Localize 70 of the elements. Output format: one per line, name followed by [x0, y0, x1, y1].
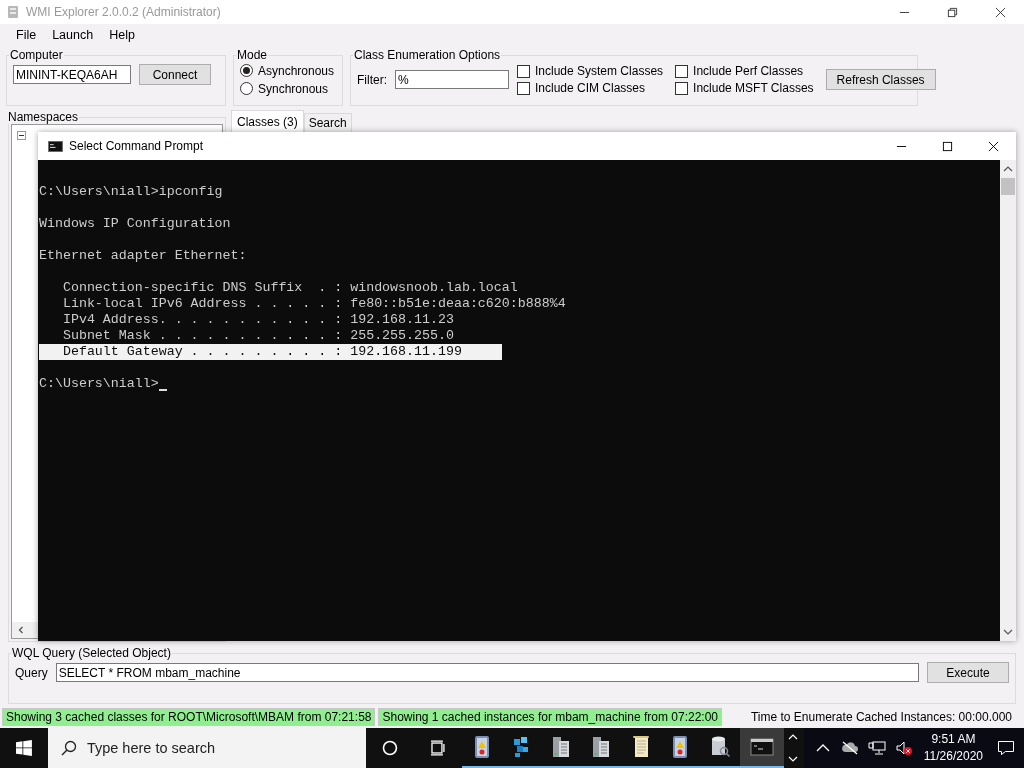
query-field[interactable]: SELECT * FROM mbam_machine	[55, 663, 919, 682]
clock-time: 9:51 AM	[931, 731, 976, 748]
radio-label: Asynchronous	[258, 63, 335, 78]
cloud-off-icon[interactable]	[840, 740, 859, 756]
console-scrollbar[interactable]	[1000, 160, 1016, 641]
collapse-icon[interactable]	[17, 131, 26, 140]
checkbox[interactable]	[675, 81, 689, 95]
cortana-icon[interactable]	[382, 740, 398, 756]
filter-label: Filter:	[357, 72, 387, 87]
console-icon	[749, 735, 774, 759]
console-line: IPv4 Address. . . . . . . . . . . : 192.168.11.23	[61, 312, 454, 328]
close-icon[interactable]	[988, 140, 999, 152]
console-line: C:\Users\niall>ipconfig	[39, 184, 223, 200]
app-icon	[6, 5, 20, 19]
computer-field[interactable]: MININT-KEQA6AH	[13, 65, 131, 84]
connect-button[interactable]: Connect	[139, 64, 211, 85]
console-line: Link-local IPv6 Address . . . . . : fe80::b51e:deaa:c620:b888%4	[61, 296, 566, 312]
query-label: Query	[15, 665, 48, 680]
taskbar-scroll-icon[interactable]	[787, 733, 798, 763]
checkbox-label: Include MSFT Classes	[693, 81, 814, 95]
taskbar-search-field[interactable]: Type here to search	[47, 728, 366, 768]
taskbar-app[interactable]	[740, 728, 784, 768]
window-title: WMI Explorer 2.0.0.2 (Administrator)	[26, 5, 221, 19]
console-line: Ethernet adapter Ethernet:	[39, 248, 247, 264]
radio-label: Synchronous	[258, 81, 329, 96]
task-view-icon[interactable]	[429, 740, 446, 756]
tab[interactable]: Search	[303, 113, 352, 132]
checkbox-label: Include CIM Classes	[535, 81, 646, 95]
console-icon	[48, 140, 63, 152]
checkbox-label: Include Perf Classes	[693, 64, 804, 78]
group-label: Namespaces	[7, 110, 80, 124]
tab[interactable]: Classes (3)	[231, 110, 304, 132]
console-line: Windows IP Configuration	[39, 216, 231, 232]
checkbox[interactable]	[675, 64, 689, 78]
group-label: WQL Query (Selected Object)	[11, 646, 172, 660]
radio-button[interactable]	[240, 82, 253, 95]
network-icon[interactable]	[867, 740, 886, 756]
console-line: Connection-specific DNS Suffix . : windowsnoob.lab.local	[61, 280, 518, 296]
filter-field[interactable]: %	[395, 70, 509, 89]
status-message: Showing 3 cached classes for ROOT\Microsoft\MBAM from 07:21:58	[2, 708, 376, 726]
console-line: Subnet Mask . . . . . . . . . . . : 255.255.255.0	[61, 328, 454, 344]
muted-speaker-icon[interactable]	[894, 740, 913, 756]
menu-item[interactable]: Help	[101, 28, 143, 42]
clock-date: 11/26/2020	[923, 748, 983, 765]
checkbox[interactable]	[517, 64, 530, 78]
checkbox-label: Include System Classes	[535, 64, 664, 78]
checkbox[interactable]	[517, 81, 530, 95]
search-icon	[60, 740, 77, 756]
group-label: Computer	[9, 48, 64, 62]
console-title: Select Command Prompt	[69, 139, 204, 153]
menu-item[interactable]: Launch	[44, 28, 102, 42]
notification-icon[interactable]	[997, 740, 1015, 756]
status-message: Showing 1 cached instances for mbam_machine from 07:22:00	[378, 708, 722, 726]
windows-start-icon[interactable]	[16, 740, 32, 756]
status-timing: Time to Enumerate Cached Instances: 00:00.000	[750, 710, 1012, 724]
scroll-up-icon[interactable]	[1003, 165, 1013, 173]
console-line: C:\Users\niall>	[39, 376, 159, 392]
scroll-down-icon[interactable]	[1003, 628, 1013, 636]
refresh-classes-button[interactable]: Refresh Classes	[825, 69, 936, 90]
menu-item[interactable]: File	[8, 28, 45, 42]
restore-icon[interactable]	[947, 6, 958, 18]
radio-button[interactable]	[240, 64, 253, 77]
scroll-left-icon[interactable]	[17, 626, 25, 634]
group-label: Class Enumeration Options	[353, 48, 502, 62]
scroll-thumb[interactable]	[1001, 178, 1015, 195]
execute-button[interactable]: Execute	[927, 662, 1009, 683]
close-icon[interactable]	[995, 6, 1006, 18]
group-label: Mode	[236, 48, 269, 62]
maximize-icon[interactable]	[942, 140, 953, 152]
search-placeholder: Type here to search	[86, 740, 216, 756]
